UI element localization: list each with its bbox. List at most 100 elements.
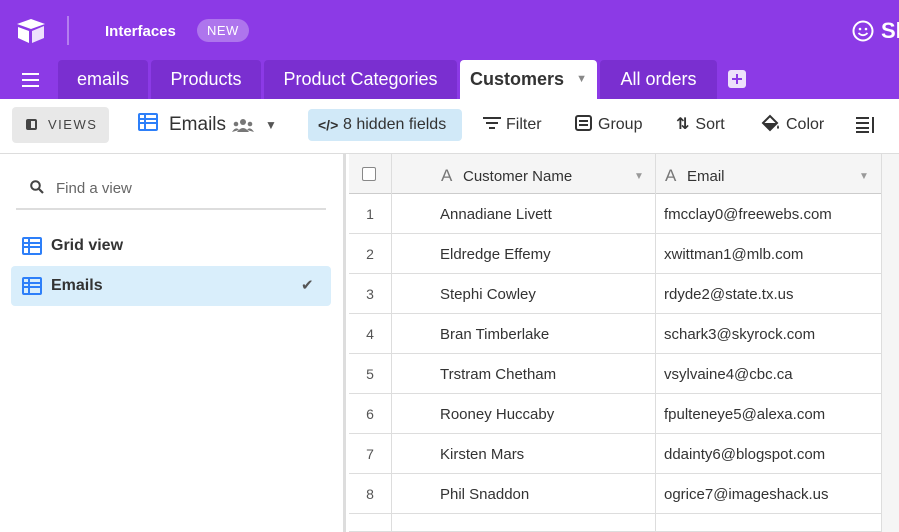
table-row[interactable]: 8 Phil Snaddon ogrice7@imageshack.us <box>349 474 881 514</box>
table-row[interactable]: 1 Annadiane Livett fmcclay0@freewebs.com <box>349 194 881 234</box>
airtable-logo-icon[interactable] <box>16 18 46 44</box>
row-number: 2 <box>366 246 374 262</box>
table-row[interactable]: 5 Trstram Chetham vsylvaine4@cbc.ca <box>349 354 881 394</box>
chevron-down-icon[interactable]: ▼ <box>859 171 869 182</box>
column-label: Customer Name <box>463 168 573 185</box>
sidebar-toggle-icon <box>26 119 37 130</box>
column-header-email[interactable]: A Email <box>665 154 865 194</box>
sort-button[interactable]: ⇅ Sort <box>676 109 725 141</box>
chevron-down-icon[interactable]: ▼ <box>265 118 277 132</box>
views-sidebar: Grid view Emails ✔ <box>0 154 346 532</box>
table-row[interactable]: 6 Rooney Huccaby fpulteneye5@alexa.com <box>349 394 881 434</box>
plus-square-icon[interactable] <box>728 70 746 88</box>
tab-all-orders[interactable]: All orders <box>600 60 717 99</box>
tab-label: Products <box>170 69 242 89</box>
sort-label: Sort <box>695 116 725 133</box>
table-row[interactable]: 3 Stephi Cowley rdyde2@state.tx.us <box>349 274 881 314</box>
customer-name-cell[interactable]: Eldredge Effemy <box>440 246 551 263</box>
tab-label: Customers <box>470 69 565 89</box>
checkmark-icon: ✔ <box>301 277 314 294</box>
grid-icon <box>138 113 158 131</box>
share-button-label[interactable]: Sh <box>881 18 899 44</box>
current-view-switcher[interactable]: Emails ▼ <box>138 113 277 139</box>
email-cell[interactable]: ddainty6@blogspot.com <box>664 446 825 463</box>
email-cell[interactable]: ogrice7@imageshack.us <box>664 486 828 503</box>
customer-name-cell[interactable]: Phil Snaddon <box>440 486 529 503</box>
email-cell[interactable]: xwittman1@mlb.com <box>664 246 803 263</box>
filter-button[interactable]: Filter <box>483 109 542 141</box>
sidebar-item-grid-view[interactable]: Grid view <box>11 226 331 266</box>
sort-icon: ⇅ <box>676 116 690 133</box>
hidden-fields-label: 8 hidden fields <box>343 116 447 133</box>
column-label: Email <box>687 168 725 185</box>
tab-emails[interactable]: emails <box>58 60 148 99</box>
tab-product-categories[interactable]: Product Categories <box>264 60 457 99</box>
view-label: Grid view <box>51 237 124 254</box>
select-all-checkbox[interactable] <box>362 167 376 181</box>
table-row[interactable] <box>349 514 881 532</box>
divider <box>67 16 69 45</box>
view-label: Emails <box>51 277 103 294</box>
views-label: VIEWS <box>48 117 98 132</box>
email-cell[interactable]: vsylvaine4@cbc.ca <box>664 366 793 383</box>
row-number: 5 <box>366 366 374 382</box>
customer-name-cell[interactable]: Stephi Cowley <box>440 286 536 303</box>
group-icon <box>575 115 592 131</box>
smiley-icon[interactable] <box>852 20 874 42</box>
tab-customers[interactable]: Customers ▼ <box>460 60 597 99</box>
grid-icon <box>22 277 42 295</box>
current-view-title: Emails <box>169 114 227 135</box>
email-cell[interactable]: rdyde2@state.tx.us <box>664 286 793 303</box>
row-number: 3 <box>366 286 374 302</box>
customer-name-cell[interactable]: Trstram Chetham <box>440 366 556 383</box>
row-number: 7 <box>366 446 374 462</box>
hamburger-menu-icon[interactable] <box>22 73 39 87</box>
search-input[interactable] <box>56 176 316 200</box>
sidebar-item-emails[interactable]: Emails ✔ <box>11 266 331 306</box>
row-height-icon[interactable] <box>856 117 876 133</box>
table-row[interactable]: 2 Eldredge Effemy xwittman1@mlb.com <box>349 234 881 274</box>
paint-bucket-icon <box>761 114 779 132</box>
customer-name-cell[interactable]: Kirsten Mars <box>440 446 524 463</box>
row-number: 6 <box>366 406 374 422</box>
tab-products[interactable]: Products <box>151 60 261 99</box>
table-tabs: emails Products Product Categories Custo… <box>0 60 899 99</box>
customer-name-cell[interactable]: Rooney Huccaby <box>440 406 554 423</box>
interfaces-link[interactable]: Interfaces <box>105 23 176 40</box>
row-number: 4 <box>366 326 374 342</box>
column-header-customer-name[interactable]: A Customer Name <box>441 154 641 194</box>
customer-name-cell[interactable]: Annadiane Livett <box>440 206 552 223</box>
customer-name-cell[interactable]: Bran Timberlake <box>440 326 549 343</box>
color-button[interactable]: Color <box>761 109 824 141</box>
text-field-icon: A <box>441 166 453 185</box>
find-view-field <box>16 168 326 210</box>
email-cell[interactable]: fmcclay0@freewebs.com <box>664 206 832 223</box>
table-row[interactable]: 7 Kirsten Mars ddainty6@blogspot.com <box>349 434 881 474</box>
row-number: 1 <box>366 206 374 222</box>
email-cell[interactable]: schark3@skyrock.com <box>664 326 815 343</box>
filter-icon <box>483 117 501 129</box>
column-divider[interactable] <box>655 154 656 532</box>
data-grid: A Customer Name ▼ A Email ▼ 1 Annadiane Li… <box>349 154 899 532</box>
tab-label: Product Categories <box>283 69 438 89</box>
color-label: Color <box>786 116 825 133</box>
group-button[interactable]: Group <box>575 109 642 141</box>
filter-label: Filter <box>506 116 542 133</box>
chevron-down-icon[interactable]: ▼ <box>634 171 644 182</box>
view-toolbar: VIEWS Emails ▼ </> 8 hidden fields Filte… <box>0 99 899 154</box>
tab-label: All orders <box>620 69 697 89</box>
text-field-icon: A <box>665 166 677 185</box>
views-toggle-button[interactable]: VIEWS <box>12 107 109 143</box>
table-row[interactable]: 4 Bran Timberlake schark3@skyrock.com <box>349 314 881 354</box>
chevron-down-icon[interactable]: ▼ <box>576 60 587 99</box>
group-label: Group <box>598 116 643 133</box>
search-icon <box>30 180 44 194</box>
row-number: 8 <box>366 486 374 502</box>
grid-empty-area <box>881 154 899 532</box>
hide-fields-button[interactable]: </> 8 hidden fields <box>308 109 462 141</box>
tab-label: emails <box>76 69 129 89</box>
email-cell[interactable]: fpulteneye5@alexa.com <box>664 406 825 423</box>
column-divider <box>391 154 392 532</box>
collaborators-icon <box>232 119 254 132</box>
top-bar: Interfaces NEW Sh <box>0 0 899 60</box>
